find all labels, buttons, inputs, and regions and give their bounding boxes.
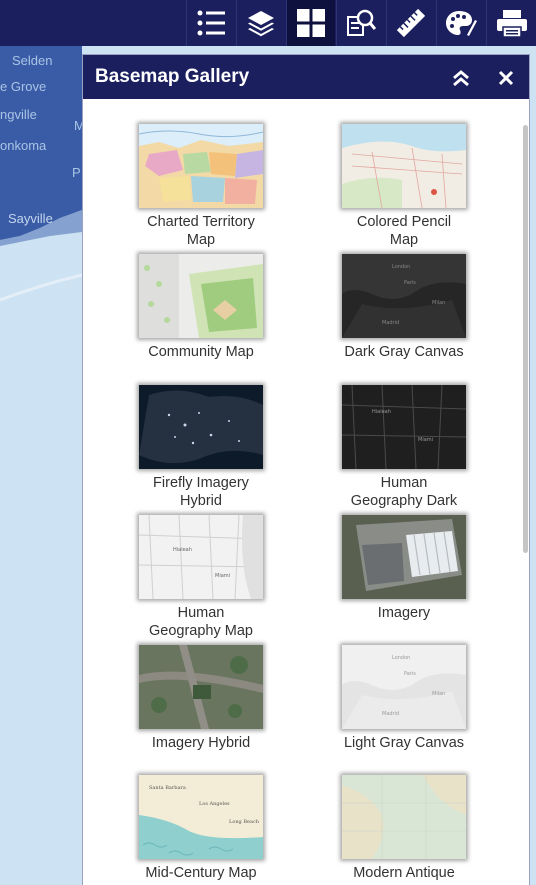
basemap-thumbnail: Hialeah Miami: [342, 385, 466, 469]
basemap-item-modern-antique[interactable]: Modern AntiqueM: [314, 775, 494, 885]
svg-text:Long Beach: Long Beach: [229, 819, 260, 825]
basemap-thumbnail: [342, 775, 466, 859]
gallery-list: Charted Territory Map Colored Pencil Map…: [83, 99, 520, 885]
layers-icon: [248, 11, 274, 37]
basemap-thumbnail: Santa Barbara Los Angeles Long Beach: [139, 775, 263, 859]
legend-tool-button[interactable]: [186, 0, 235, 46]
svg-text:Los Angeles: Los Angeles: [199, 801, 230, 807]
basemap-label: Light Gray Canvas: [343, 735, 465, 751]
basemap-item-human-geo-map[interactable]: Hialeah Miami Human Geography Map: [111, 515, 291, 640]
collapse-panel-button[interactable]: [450, 67, 472, 89]
chevrons-up-icon: [453, 70, 469, 87]
svg-text:Paris: Paris: [404, 671, 416, 677]
svg-text:Madrid: Madrid: [382, 711, 399, 717]
layers-tool-button[interactable]: [236, 0, 285, 46]
palette-icon: [446, 11, 477, 36]
basemap-thumbnail: [139, 124, 263, 208]
basemap-item-mid-century[interactable]: Santa Barbara Los Angeles Long Beach Mid-C…: [111, 775, 291, 882]
svg-text:Hialeah: Hialeah: [372, 409, 391, 415]
svg-text:Madrid: Madrid: [382, 320, 399, 326]
map-place-label: ngville: [0, 107, 37, 122]
basemap-item-charted-territory[interactable]: Charted Territory Map: [111, 124, 291, 249]
query-tool-button[interactable]: [336, 0, 385, 46]
basemap-label: Charted Territory Map: [147, 214, 255, 248]
basemap-label: Modern AntiqueM: [353, 865, 455, 885]
top-toolbar: [0, 0, 536, 46]
basemap-item-firefly[interactable]: Firefly Imagery Hybrid: [111, 385, 291, 510]
svg-text:Milan: Milan: [432, 691, 445, 697]
basemap-label: Mid-Century Map: [145, 865, 257, 881]
basemap-item-community[interactable]: Community Map: [111, 254, 291, 361]
svg-text:Milan: Milan: [432, 300, 445, 306]
print-tool-button[interactable]: [486, 0, 536, 46]
basemap-thumbnail: London Paris Milan Madrid: [342, 254, 466, 338]
basemap-thumbnail: [342, 515, 466, 599]
basemap-label: Imagery Hybrid: [151, 735, 251, 751]
basemap-label: Imagery: [377, 605, 431, 621]
svg-text:London: London: [392, 264, 410, 270]
close-icon: [498, 70, 514, 86]
measure-tool-button[interactable]: [386, 0, 435, 46]
svg-text:Hialeah: Hialeah: [173, 547, 192, 553]
map-place-label: onkoma: [0, 138, 47, 153]
map-place-label: P: [72, 165, 81, 180]
basemap-item-light-gray[interactable]: London Paris Milan Madrid Light Gray Canvas: [314, 645, 494, 752]
map-place-label: Sayville: [8, 211, 53, 226]
svg-text:Santa Barbara: Santa Barbara: [149, 785, 186, 791]
svg-text:London: London: [392, 655, 410, 661]
basemap-label: Dark Gray Canvas: [344, 344, 464, 360]
panel-header: Basemap Gallery: [83, 55, 529, 99]
basemap-item-human-geo-dark[interactable]: Hialeah Miami Human Geography Dark: [314, 385, 494, 510]
basemap-gallery-panel: Basemap Gallery Charted Territory Map Co…: [82, 54, 530, 885]
svg-text:Paris: Paris: [404, 280, 416, 286]
basemap-item-dark-gray[interactable]: London Paris Milan Madrid Dark Gray Canvas: [314, 254, 494, 361]
list-icon: [197, 10, 225, 36]
basemap-thumbnail: London Paris Milan Madrid: [342, 645, 466, 729]
basemap-label: Human Geography Dark: [350, 475, 458, 509]
basemap-gallery-tool-button[interactable]: [286, 0, 335, 46]
basemap-label: Community Map: [148, 344, 254, 360]
basemap-label: Colored Pencil Map: [356, 214, 452, 248]
basemap-thumbnail: [139, 385, 263, 469]
basemap-thumbnail: [139, 645, 263, 729]
basemap-thumbnail: Hialeah Miami: [139, 515, 263, 599]
panel-scrollbar[interactable]: [523, 125, 528, 553]
basemap-item-imagery-hybrid[interactable]: Imagery Hybrid: [111, 645, 291, 752]
basemap-thumbnail: [139, 254, 263, 338]
panel-title: Basemap Gallery: [95, 66, 250, 87]
basemap-thumbnail: [342, 124, 466, 208]
draw-tool-button[interactable]: [436, 0, 485, 46]
grid-icon: [297, 9, 325, 37]
ruler-icon: [396, 8, 426, 38]
map-place-label: Selden: [12, 53, 53, 68]
basemap-item-colored-pencil[interactable]: Colored Pencil Map: [314, 124, 494, 249]
svg-text:Miami: Miami: [215, 573, 230, 579]
map-place-label: e Grove: [0, 79, 47, 94]
search-document-icon: [347, 9, 376, 36]
basemap-label: Human Geography Map: [149, 605, 253, 639]
basemap-label: Firefly Imagery Hybrid: [153, 475, 249, 509]
svg-text:Miami: Miami: [418, 437, 433, 443]
close-panel-button[interactable]: [495, 67, 517, 89]
basemap-item-imagery[interactable]: Imagery: [314, 515, 494, 622]
printer-icon: [497, 10, 527, 38]
